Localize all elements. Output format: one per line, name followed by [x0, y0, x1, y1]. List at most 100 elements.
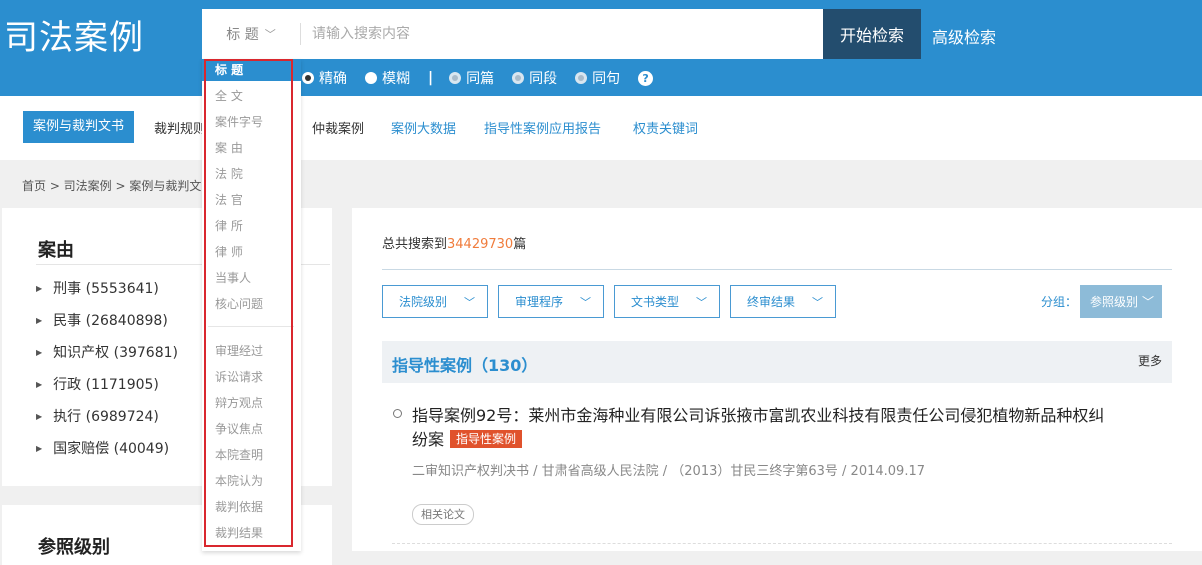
nav-arbitration[interactable]: 仲裁案例 — [312, 118, 364, 137]
chevron-down-icon: ﹀ — [812, 295, 823, 309]
radio-icon — [449, 72, 462, 84]
filter-label: 终审结果 — [747, 295, 796, 309]
option-same-sentence[interactable]: 同句 — [575, 68, 620, 88]
option-exact[interactable]: 精确 — [302, 68, 347, 88]
filter-procedure[interactable]: 审理程序 ﹀ — [498, 285, 604, 318]
more-link[interactable]: 更多 — [1138, 352, 1162, 369]
dropdown-item[interactable]: 律 所 — [202, 215, 301, 237]
search-field-dropdown: 标 题 全 文 案件字号 案 由 法 院 法 官 律 所 律 师 当事人 核心问… — [202, 59, 301, 551]
tree-item[interactable]: ▶ 民事 (26840898) — [36, 310, 168, 330]
tree-item[interactable]: ▶ 刑事 (5553641) — [36, 278, 159, 298]
tree-item[interactable]: ▶ 国家赔偿 (40049) — [36, 438, 169, 458]
group-select[interactable]: 参照级别 ﹀ — [1080, 285, 1162, 318]
site-logo[interactable]: 司法案例 — [4, 10, 144, 59]
tree-item-label: 知识产权 (397681) — [53, 345, 178, 361]
dropdown-item[interactable]: 裁判依据 — [202, 496, 301, 518]
filter-label: 法院级别 — [399, 295, 448, 309]
option-label: 模糊 — [382, 71, 410, 87]
advanced-search-link[interactable]: 高级检索 — [932, 24, 996, 48]
panel-title: 参照级别 — [38, 537, 110, 558]
option-label: 精确 — [319, 71, 347, 87]
dropdown-item[interactable]: 当事人 — [202, 267, 301, 289]
help-icon[interactable]: ? — [638, 70, 654, 86]
chevron-down-icon: ﹀ — [464, 295, 475, 309]
nav-bar: 案例与裁判文书 裁判规则 仲裁案例 案例大数据 指导性案例应用报告 权责关键词 — [0, 96, 1202, 160]
nav-cases-judgments[interactable]: 案例与裁判文书 — [23, 111, 135, 143]
nav-keywords[interactable]: 权责关键词 — [633, 118, 698, 137]
search-box: 标 题 ﹀ — [202, 9, 823, 59]
option-same-doc[interactable]: 同篇 — [449, 68, 494, 88]
chevron-down-icon: ﹀ — [264, 28, 276, 41]
group-value: 参照级别 — [1090, 295, 1139, 309]
option-same-para[interactable]: 同段 — [512, 68, 557, 88]
related-papers-button[interactable]: 相关论文 — [412, 504, 474, 525]
dropdown-item[interactable]: 核心问题 — [202, 293, 301, 315]
result-total: 总共搜索到34429730篇 — [382, 233, 526, 252]
section-title: 指导性案例（130） — [392, 356, 538, 375]
filter-court-level[interactable]: 法院级别 ﹀ — [382, 285, 488, 318]
list-bullet-icon — [393, 409, 402, 418]
divider — [300, 23, 301, 45]
dropdown-item[interactable]: 标 题 — [202, 59, 301, 81]
dropdown-item[interactable]: 法 院 — [202, 163, 301, 185]
dropdown-item[interactable]: 本院认为 — [202, 470, 301, 492]
search-button[interactable]: 开始检索 — [823, 9, 921, 59]
dropdown-item[interactable]: 全 文 — [202, 85, 301, 107]
dropdown-item[interactable]: 争议焦点 — [202, 418, 301, 440]
radio-icon — [575, 72, 588, 84]
chevron-down-icon: ﹀ — [580, 295, 591, 309]
chevron-down-icon: ﹀ — [696, 295, 707, 309]
search-options: 精确 模糊 | 同篇 同段 同句 ? — [302, 68, 654, 88]
radio-icon — [512, 72, 525, 84]
filter-doc-type[interactable]: 文书类型 ﹀ — [614, 285, 720, 318]
case-meta: 二审知识产权判决书 / 甘肃省高级人民法院 / （2013）甘民三终字第63号 … — [412, 464, 925, 479]
tree-item-label: 民事 (26840898) — [53, 313, 168, 329]
radio-icon — [365, 72, 377, 84]
option-label: 同句 — [592, 71, 621, 87]
nav-rules[interactable]: 裁判规则 — [154, 118, 206, 137]
search-field-label: 标 题 — [226, 27, 259, 43]
expand-arrow-icon: ▶ — [36, 283, 43, 293]
case-tag: 指导性案例 — [450, 430, 523, 448]
total-count: 34429730 — [447, 237, 514, 252]
nav-guiding-report[interactable]: 指导性案例应用报告 — [484, 118, 601, 137]
filter-final-result[interactable]: 终审结果 ﹀ — [730, 285, 836, 318]
divider — [382, 269, 1172, 270]
nav-big-data[interactable]: 案例大数据 — [391, 118, 456, 137]
chevron-down-icon: ﹀ — [1141, 295, 1154, 309]
dropdown-item[interactable]: 案 由 — [202, 137, 301, 159]
dropdown-item[interactable]: 法 官 — [202, 189, 301, 211]
search-input[interactable] — [312, 23, 812, 45]
dropdown-item[interactable]: 本院查明 — [202, 444, 301, 466]
search-field-select[interactable]: 标 题 ﹀ — [202, 9, 300, 59]
tree-item-label: 国家赔偿 (40049) — [53, 441, 170, 457]
option-fuzzy[interactable]: 模糊 — [365, 68, 410, 88]
dropdown-item[interactable]: 辩方观点 — [202, 392, 301, 414]
divider — [392, 543, 1172, 544]
tree-item[interactable]: ▶ 知识产权 (397681) — [36, 342, 178, 362]
expand-arrow-icon: ▶ — [36, 411, 43, 421]
radio-checked-icon — [302, 72, 314, 84]
dropdown-item[interactable]: 裁判结果 — [202, 522, 301, 544]
dropdown-item[interactable]: 审理经过 — [202, 340, 301, 362]
filter-label: 文书类型 — [631, 295, 680, 309]
case-title[interactable]: 指导案例92号：莱州市金海种业有限公司诉张掖市富凯农业科技有限责任公司侵犯植物新… — [412, 404, 1112, 452]
panel-title: 案由 — [38, 240, 74, 261]
filter-label: 审理程序 — [515, 295, 564, 309]
header: 司法案例 标 题 ﹀ 开始检索 高级检索 精确 模糊 | 同篇 同段 同句 ? — [0, 0, 1202, 96]
results-panel: 总共搜索到34429730篇 法院级别 ﹀ 审理程序 ﹀ 文书类型 ﹀ 终审结果 ﹀ 分… — [352, 208, 1202, 551]
breadcrumb: 首页 > 司法案例 > 案例与裁判文书 — [22, 179, 214, 193]
dropdown-item[interactable]: 律 师 — [202, 241, 301, 263]
expand-arrow-icon: ▶ — [36, 379, 43, 389]
total-suffix: 篇 — [513, 237, 527, 252]
dropdown-item[interactable]: 诉讼请求 — [202, 366, 301, 388]
option-label: 同段 — [529, 71, 558, 87]
separator: | — [428, 70, 434, 86]
tree-item[interactable]: ▶ 行政 (1171905) — [36, 374, 159, 394]
dropdown-item[interactable]: 案件字号 — [202, 111, 301, 133]
total-prefix: 总共搜索到 — [382, 237, 448, 252]
expand-arrow-icon: ▶ — [36, 347, 43, 357]
expand-arrow-icon: ▶ — [36, 315, 43, 325]
tree-item[interactable]: ▶ 执行 (6989724) — [36, 406, 159, 426]
tree-item-label: 刑事 (5553641) — [53, 281, 159, 297]
